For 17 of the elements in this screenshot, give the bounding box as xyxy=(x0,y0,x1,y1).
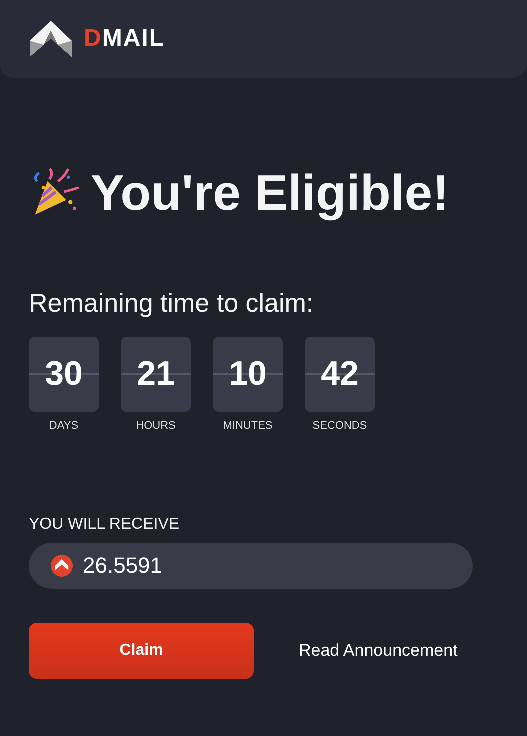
logo-icon xyxy=(28,19,74,59)
section-label: YOU WILL RECEIVE xyxy=(29,516,181,534)
countdown-label: Remaining time to claim: xyxy=(29,288,315,319)
amount-field: 26.5591 xyxy=(29,543,473,589)
announcement-link[interactable]: Read Announcement xyxy=(299,641,458,661)
unit-label: HOURS xyxy=(136,420,176,432)
page-title: You're Eligible! xyxy=(91,164,450,222)
unit-label: MINUTES xyxy=(223,420,273,432)
logo-text: DMAIL xyxy=(84,25,165,53)
countdown-tile: 10 xyxy=(213,337,283,412)
countdown-tile: 21 xyxy=(121,337,191,412)
unit-label: DAYS xyxy=(49,420,79,432)
countdown-tile: 42 xyxy=(305,337,375,412)
countdown-tile: 30 xyxy=(29,337,99,412)
unit-label: SECONDS xyxy=(312,420,368,432)
claim-button[interactable]: Claim xyxy=(29,623,254,679)
token-icon xyxy=(51,555,73,577)
